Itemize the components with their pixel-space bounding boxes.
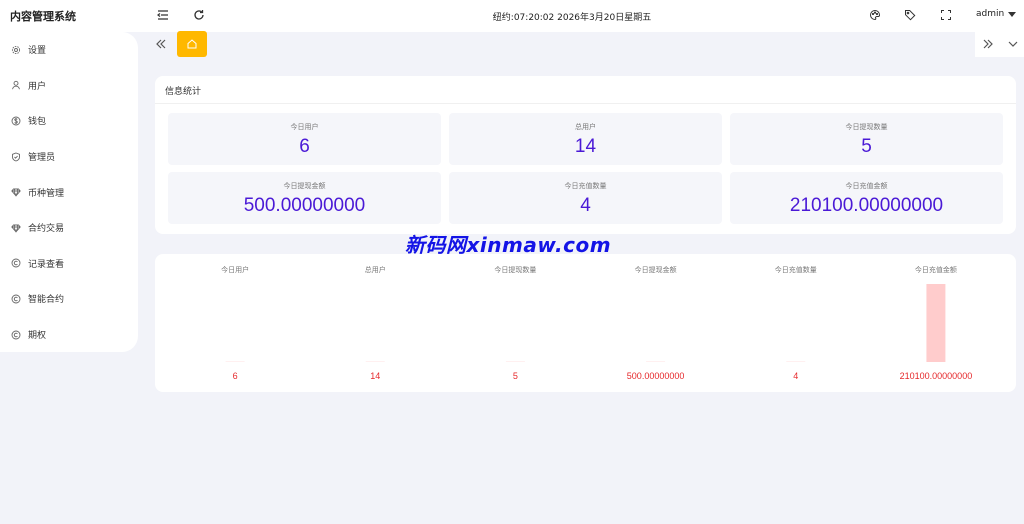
chart-category-label: 总用户	[365, 265, 386, 274]
sidebar-item-label: 用户	[28, 81, 47, 92]
theme-icon[interactable]	[868, 8, 882, 22]
chart-data-label: 6	[233, 371, 238, 381]
sidebar-item-label: 设置	[28, 46, 47, 57]
sidebar-item-admin[interactable]: 管理员	[0, 139, 138, 175]
bar-chart: 今日用户 6 总用户 14 今日提现数量 5 今日提现金额 500.00000000 今日充值数…	[221, 265, 973, 381]
chart-category-label: 今日充值数量	[775, 265, 817, 274]
sidebar-item-smart-contract[interactable]: 智能合约	[0, 281, 138, 317]
stat-value: 210100.00000000	[789, 195, 944, 216]
chart-category-label: 今日提现金额	[635, 265, 677, 274]
stat-value: 5	[861, 136, 872, 157]
chart-data-label: 5	[513, 371, 518, 381]
tab-more-chevron-down-icon[interactable]	[1005, 36, 1021, 52]
watermark: 新码网xinmaw.com	[405, 233, 612, 257]
stat-value: 4	[580, 195, 591, 216]
sidebar-item-label: 合约交易	[28, 224, 65, 235]
tab-home[interactable]	[177, 31, 207, 57]
sidebar-item-label: 智能合约	[28, 295, 65, 306]
copyright-icon	[11, 294, 21, 304]
stat-value: 14	[574, 136, 597, 157]
stat-today-recharge-count: 今日充值数量 4	[449, 172, 722, 224]
divider	[155, 103, 1016, 104]
chart-category-label: 今日用户	[221, 265, 249, 274]
sidebar-item-label: 期权	[28, 331, 47, 342]
shield-icon	[11, 152, 21, 162]
chart-card: 今日用户 6 总用户 14 今日提现数量 5 今日提现金额 500.00000000 今日充值数…	[155, 254, 1016, 392]
home-icon	[187, 39, 197, 49]
chart-category-label: 今日充值金额	[915, 265, 957, 274]
app-title: 内容管理系统	[10, 10, 76, 23]
clock-display: 纽约:07:20:02 2026年3月20日星期五	[492, 13, 652, 23]
copyright-icon	[11, 258, 21, 268]
top-header: 内容管理系统 纽约:07:20:02 2026年3月20日星期五 admin	[0, 0, 1024, 32]
stat-label: 今日用户	[290, 123, 319, 131]
user-menu[interactable]: admin	[976, 9, 1017, 19]
sidebar-item-options[interactable]: 期权	[0, 317, 138, 353]
chart-data-label: 500.00000000	[627, 371, 685, 381]
copyright-icon	[11, 330, 21, 340]
stats-title: 信息统计	[165, 87, 202, 97]
dollar-icon	[11, 116, 21, 126]
refresh-icon[interactable]	[192, 8, 206, 22]
sidebar-item-label: 币种管理	[28, 188, 65, 199]
stats-card: 信息统计 今日用户 6 总用户 14 今日提现数量 5 今日提现金额 500.0…	[155, 76, 1016, 234]
stat-value: 500.00000000	[243, 195, 366, 216]
gear-icon	[11, 45, 21, 55]
sidebar-item-contract-trade[interactable]: 合约交易	[0, 210, 138, 246]
chart-data-label: 210100.00000000	[900, 371, 973, 381]
chart-data-label: 14	[370, 371, 380, 381]
sidebar-item-label: 钱包	[28, 117, 47, 128]
stat-value: 6	[299, 136, 310, 157]
chart-bar	[926, 284, 946, 362]
tab-scroll-right-icon[interactable]	[980, 36, 996, 52]
user-icon	[11, 80, 21, 90]
sidebar-item-label: 管理员	[28, 153, 56, 164]
tag-icon[interactable]	[903, 8, 917, 22]
fullscreen-icon[interactable]	[939, 8, 953, 22]
stat-today-recharge-amount: 今日充值金额 210100.00000000	[730, 172, 1003, 224]
menu-fold-icon[interactable]	[156, 8, 170, 22]
stat-label: 今日充值金额	[845, 182, 888, 190]
chart-category-label: 今日提现数量	[494, 265, 536, 274]
stat-label: 今日提现金额	[283, 182, 326, 190]
stat-label: 今日充值数量	[564, 182, 607, 190]
chevron-down-icon	[1008, 11, 1017, 17]
stat-today-withdraw-count: 今日提现数量 5	[730, 113, 1003, 165]
diamond-icon	[11, 187, 21, 198]
sidebar-item-label: 记录查看	[28, 259, 65, 270]
stat-label: 总用户	[575, 123, 596, 131]
sidebar: 设置 用户 钱包 管理员 币种管理 合约交易 记录查看 智能合约 期权	[0, 32, 138, 352]
sidebar-item-settings[interactable]: 设置	[0, 32, 138, 68]
stat-today-withdraw-amount: 今日提现金额 500.00000000	[168, 172, 441, 224]
sidebar-item-wallet[interactable]: 钱包	[0, 103, 138, 139]
stat-total-users: 总用户 14	[449, 113, 722, 165]
stat-label: 今日提现数量	[845, 123, 888, 131]
sidebar-item-currency[interactable]: 币种管理	[0, 174, 138, 210]
sidebar-item-users[interactable]: 用户	[0, 68, 138, 104]
sidebar-item-records[interactable]: 记录查看	[0, 246, 138, 282]
stat-today-users: 今日用户 6	[168, 113, 441, 165]
chart-data-label: 4	[793, 371, 798, 381]
tab-scroll-left-icon[interactable]	[153, 36, 169, 52]
diamond-icon	[11, 223, 21, 233]
username-label: admin	[976, 9, 1005, 19]
